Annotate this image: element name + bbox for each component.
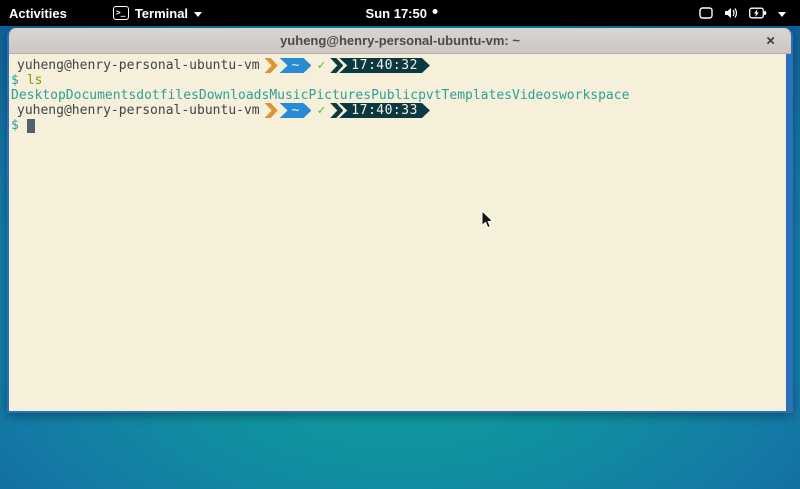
directory-entry: workspace	[559, 88, 629, 103]
command-text: ls	[27, 73, 43, 88]
prompt-symbol: $	[11, 118, 19, 133]
prompt-line: yuheng@henry-personal-ubuntu-vm ~ ✓ 17:4…	[11, 58, 791, 73]
prompt-path-segment: ~	[280, 103, 312, 118]
close-button[interactable]: ×	[766, 33, 775, 48]
directory-entry: Music	[269, 88, 308, 103]
text-cursor	[27, 119, 35, 133]
terminal-icon: >_	[113, 6, 129, 20]
prompt-time-segment: 17:40:32	[339, 58, 430, 73]
directory-entry: Desktop	[11, 88, 66, 103]
directory-entry: Documents	[66, 88, 136, 103]
prompt-user: yuheng@henry-personal-ubuntu-vm	[11, 103, 260, 118]
battery-charging-icon	[749, 7, 767, 19]
command-line: $ ls	[11, 73, 791, 88]
directory-entry: Pictures	[308, 88, 371, 103]
prompt-time-segment: 17:40:33	[339, 103, 430, 118]
app-menu-button[interactable]: >_ Terminal	[104, 0, 211, 26]
prompt-line: yuheng@henry-personal-ubuntu-vm ~ ✓ 17:4…	[11, 103, 791, 118]
app-menu-label: Terminal	[135, 6, 188, 21]
directory-entry: dotfiles	[136, 88, 199, 103]
top-bar-left: Activities >_ Terminal	[0, 0, 211, 26]
check-icon: ✓	[317, 103, 325, 118]
terminal-window: yuheng@henry-personal-ubuntu-vm: ~ × yuh…	[7, 28, 793, 413]
clock-label: Sun 17:50	[366, 6, 427, 21]
directory-entry: pvt	[418, 88, 441, 103]
directory-entry: Downloads	[199, 88, 269, 103]
window-title: yuheng@henry-personal-ubuntu-vm: ~	[280, 33, 520, 48]
scrollbar[interactable]	[786, 54, 791, 411]
mouse-pointer-icon	[481, 210, 494, 229]
powerline-chevron-icon	[330, 58, 343, 73]
prompt-user: yuheng@henry-personal-ubuntu-vm	[11, 58, 260, 73]
chevron-down-icon	[778, 12, 786, 17]
directory-entry: Videos	[512, 88, 559, 103]
top-bar: Activities >_ Terminal Sun 17:50	[0, 0, 800, 26]
window-titlebar[interactable]: yuheng@henry-personal-ubuntu-vm: ~ ×	[9, 28, 791, 54]
terminal-content[interactable]: yuheng@henry-personal-ubuntu-vm ~ ✓ 17:4…	[9, 54, 791, 411]
input-line[interactable]: $	[11, 118, 791, 133]
chevron-down-icon	[194, 12, 202, 17]
notification-dot-icon	[433, 9, 438, 14]
prompt-symbol: $	[11, 73, 19, 88]
prompt-path-segment: ~	[280, 58, 312, 73]
desktop: Activities >_ Terminal Sun 17:50	[0, 0, 800, 489]
ls-output: Desktop Documents dotfiles Downloads Mus…	[11, 88, 791, 103]
volume-icon	[724, 7, 738, 19]
system-menu-button[interactable]	[691, 0, 794, 26]
powerline-chevron-icon	[265, 58, 278, 73]
directory-entry: Public	[371, 88, 418, 103]
activities-button[interactable]: Activities	[0, 0, 76, 26]
powerline-chevron-icon	[330, 103, 343, 118]
powerline-chevron-icon	[265, 103, 278, 118]
directory-entry: Templates	[442, 88, 512, 103]
screen-icon	[699, 7, 713, 19]
check-icon: ✓	[317, 58, 325, 73]
clock-button[interactable]: Sun 17:50	[358, 0, 446, 26]
